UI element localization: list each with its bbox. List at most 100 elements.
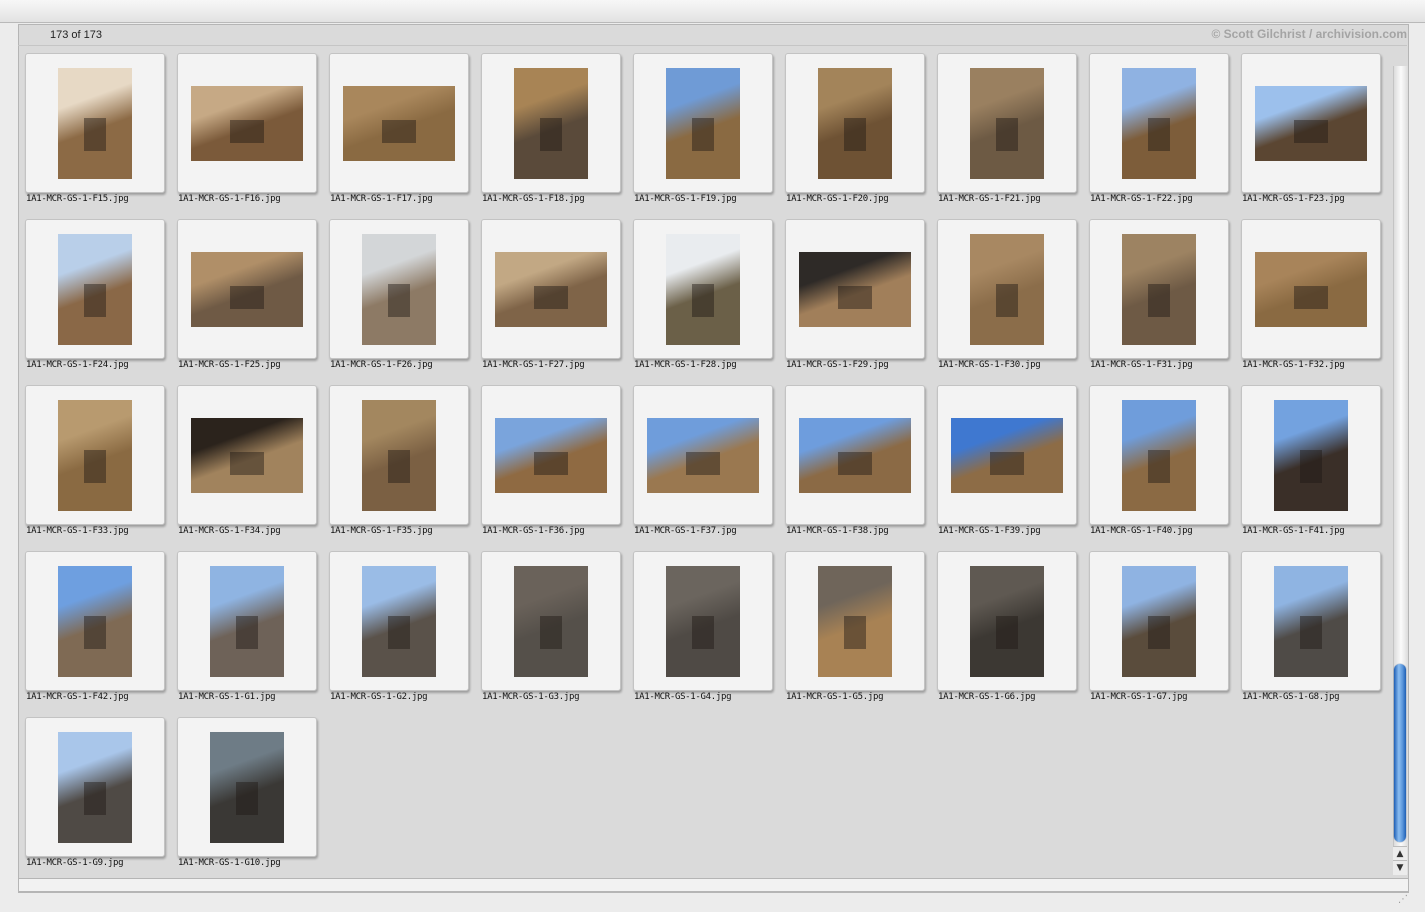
thumbnail-filename: 1A1-MCR-GS-1-G7.jpg <box>1090 692 1188 702</box>
scrollbar-thumb[interactable] <box>1394 664 1406 842</box>
thumbnail-image[interactable] <box>1255 252 1367 327</box>
thumbnail-image[interactable] <box>1274 566 1348 677</box>
thumbnail-image[interactable] <box>1122 566 1196 677</box>
thumbnail-item[interactable] <box>937 219 1077 359</box>
thumbnail-image[interactable] <box>1122 68 1196 179</box>
thumbnail-filename: 1A1-MCR-GS-1-F32.jpg <box>1242 360 1345 370</box>
thumbnail-item[interactable] <box>329 219 469 359</box>
thumbnail-image[interactable] <box>343 86 455 161</box>
thumbnail-image[interactable] <box>799 252 911 327</box>
thumbnail-item[interactable] <box>633 53 773 193</box>
image-detail <box>230 452 264 475</box>
image-detail <box>382 120 416 143</box>
thumbnail-item[interactable] <box>481 219 621 359</box>
thumbnail-filename: 1A1-MCR-GS-1-F17.jpg <box>330 194 433 204</box>
thumbnail-image[interactable] <box>58 566 132 677</box>
thumbnail-filename: 1A1-MCR-GS-1-F37.jpg <box>634 526 737 536</box>
thumbnail-item[interactable] <box>785 53 925 193</box>
thumbnail-image[interactable] <box>191 86 303 161</box>
thumbnail-image[interactable] <box>58 68 132 179</box>
thumbnail-item[interactable] <box>177 717 317 857</box>
resize-grip-icon[interactable]: ⋰ <box>1398 894 1410 906</box>
thumbnail-filename: 1A1-MCR-GS-1-G3.jpg <box>482 692 580 702</box>
image-detail <box>996 284 1018 317</box>
thumbnail-image[interactable] <box>362 566 436 677</box>
image-detail <box>692 118 714 151</box>
thumbnail-image[interactable] <box>210 566 284 677</box>
thumbnail-image[interactable] <box>495 418 607 493</box>
thumbnail-item[interactable] <box>25 219 165 359</box>
image-detail <box>388 616 410 649</box>
thumbnail-item[interactable] <box>177 53 317 193</box>
thumbnail-image[interactable] <box>799 418 911 493</box>
thumbnail-item[interactable] <box>329 551 469 691</box>
thumbnail-item[interactable] <box>937 385 1077 525</box>
thumbnail-image[interactable] <box>58 234 132 345</box>
thumbnail-image[interactable] <box>191 252 303 327</box>
thumbnail-item[interactable] <box>329 53 469 193</box>
image-detail <box>84 782 106 815</box>
thumbnail-image[interactable] <box>191 418 303 493</box>
thumbnail-filename: 1A1-MCR-GS-1-F39.jpg <box>938 526 1041 536</box>
thumbnail-filename: 1A1-MCR-GS-1-F29.jpg <box>786 360 889 370</box>
scroll-up-arrow[interactable]: ▲ <box>1393 846 1407 861</box>
thumbnail-item[interactable] <box>937 551 1077 691</box>
thumbnail-image[interactable] <box>1122 234 1196 345</box>
thumbnail-image[interactable] <box>666 68 740 179</box>
thumbnail-image[interactable] <box>1255 86 1367 161</box>
thumbnail-image[interactable] <box>951 418 1063 493</box>
thumbnail-item[interactable] <box>633 551 773 691</box>
thumbnail-image[interactable] <box>514 68 588 179</box>
thumbnail-image[interactable] <box>666 234 740 345</box>
thumbnail-item[interactable] <box>633 385 773 525</box>
thumbnail-item[interactable] <box>1089 219 1229 359</box>
thumbnail-image[interactable] <box>647 418 759 493</box>
image-detail <box>996 118 1018 151</box>
thumbnail-image[interactable] <box>1122 400 1196 511</box>
thumbnail-item[interactable] <box>1089 53 1229 193</box>
thumbnail-item[interactable] <box>1089 551 1229 691</box>
thumbnail-filename: 1A1-MCR-GS-1-F24.jpg <box>26 360 129 370</box>
thumbnail-item[interactable] <box>25 385 165 525</box>
thumbnail-image[interactable] <box>970 234 1044 345</box>
thumbnail-image[interactable] <box>514 566 588 677</box>
thumbnail-item[interactable] <box>633 219 773 359</box>
thumbnail-item[interactable] <box>1241 385 1381 525</box>
thumbnail-image[interactable] <box>58 400 132 511</box>
image-detail <box>838 452 872 475</box>
image-detail <box>84 616 106 649</box>
thumbnail-item[interactable] <box>177 385 317 525</box>
image-detail <box>1294 286 1328 309</box>
thumbnail-item[interactable] <box>481 551 621 691</box>
thumbnail-item[interactable] <box>785 219 925 359</box>
image-detail <box>692 284 714 317</box>
thumbnail-image[interactable] <box>970 566 1044 677</box>
thumbnail-item[interactable] <box>481 53 621 193</box>
thumbnail-item[interactable] <box>1089 385 1229 525</box>
thumbnail-item[interactable] <box>329 385 469 525</box>
thumbnail-image[interactable] <box>1274 400 1348 511</box>
thumbnail-item[interactable] <box>177 551 317 691</box>
thumbnail-image[interactable] <box>818 566 892 677</box>
thumbnail-item[interactable] <box>1241 219 1381 359</box>
thumbnail-item[interactable] <box>25 717 165 857</box>
thumbnail-image[interactable] <box>58 732 132 843</box>
thumbnail-item[interactable] <box>1241 551 1381 691</box>
thumbnail-item[interactable] <box>177 219 317 359</box>
thumbnail-item[interactable] <box>481 385 621 525</box>
thumbnail-image[interactable] <box>362 400 436 511</box>
thumbnail-item[interactable] <box>785 385 925 525</box>
thumbnail-image[interactable] <box>362 234 436 345</box>
scroll-down-arrow[interactable]: ▼ <box>1393 860 1407 875</box>
image-detail <box>686 452 720 475</box>
thumbnail-item[interactable] <box>25 53 165 193</box>
thumbnail-image[interactable] <box>818 68 892 179</box>
thumbnail-item[interactable] <box>937 53 1077 193</box>
thumbnail-image[interactable] <box>666 566 740 677</box>
thumbnail-image[interactable] <box>970 68 1044 179</box>
thumbnail-image[interactable] <box>495 252 607 327</box>
thumbnail-item[interactable] <box>1241 53 1381 193</box>
thumbnail-item[interactable] <box>25 551 165 691</box>
thumbnail-item[interactable] <box>785 551 925 691</box>
thumbnail-image[interactable] <box>210 732 284 843</box>
